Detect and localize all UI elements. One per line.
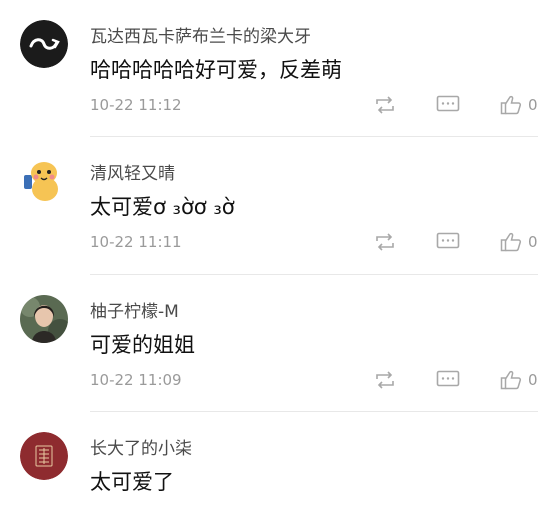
repost-button[interactable] [372, 369, 398, 391]
cartoon-character-avatar-icon [20, 157, 68, 205]
like-button[interactable] [498, 231, 524, 253]
comment-username[interactable]: 长大了的小柒 [90, 434, 192, 459]
red-seal-avatar-icon [20, 432, 68, 480]
like-count: 0 [528, 96, 538, 114]
repost-button[interactable] [372, 231, 398, 253]
avatar[interactable] [20, 295, 68, 343]
avatar[interactable] [20, 20, 68, 68]
repost-icon [376, 233, 394, 251]
comment-text: 太可爱ơ ₃ờơ ₃ờ [90, 195, 235, 219]
comment-item: 瓦达西瓦卡萨布兰卡的梁大牙 哈哈哈哈哈好可爱，反差萌 10-22 11:12 0 [0, 0, 558, 137]
like-button[interactable] [498, 94, 524, 116]
comment-item: 清风轻又晴 太可爱ơ ₃ờơ ₃ờ 10-22 11:11 0 [0, 137, 558, 275]
comment-button[interactable] [435, 94, 461, 116]
comment-timestamp: 10-22 11:12 [90, 96, 182, 114]
comment-icon [436, 370, 460, 387]
comment-username[interactable]: 柚子柠檬-M [90, 297, 179, 322]
comment-text: 可爱的姐姐 [90, 333, 195, 357]
comment-text: 太可爱了 [90, 470, 174, 494]
repost-button[interactable] [372, 94, 398, 116]
comment-icon [436, 232, 460, 249]
comment-item: 长大了的小柒 太可爱了 [0, 412, 558, 506]
comment-timestamp: 10-22 11:11 [90, 233, 182, 251]
comment-text: 哈哈哈哈哈好可爱，反差萌 [90, 58, 342, 82]
repost-icon [376, 96, 394, 114]
like-button[interactable] [498, 369, 524, 391]
comment-timestamp: 10-22 11:09 [90, 371, 182, 389]
photo-avatar-icon [20, 295, 68, 343]
repost-icon [376, 371, 394, 389]
comment-username[interactable]: 清风轻又晴 [90, 159, 175, 184]
comment-item: 柚子柠檬-M 可爱的姐姐 10-22 11:09 0 [0, 275, 558, 412]
like-count: 0 [528, 371, 538, 389]
avatar[interactable] [20, 157, 68, 205]
like-count: 0 [528, 233, 538, 251]
comment-icon [436, 95, 460, 112]
comment-button[interactable] [435, 369, 461, 391]
comment-username[interactable]: 瓦达西瓦卡萨布兰卡的梁大牙 [90, 22, 311, 47]
comment-button[interactable] [435, 231, 461, 253]
thumbs-up-icon [500, 232, 522, 252]
avatar[interactable] [20, 432, 68, 480]
thumbs-up-icon [500, 95, 522, 115]
black-circle-logo-avatar-icon [20, 20, 68, 68]
thumbs-up-icon [500, 370, 522, 390]
